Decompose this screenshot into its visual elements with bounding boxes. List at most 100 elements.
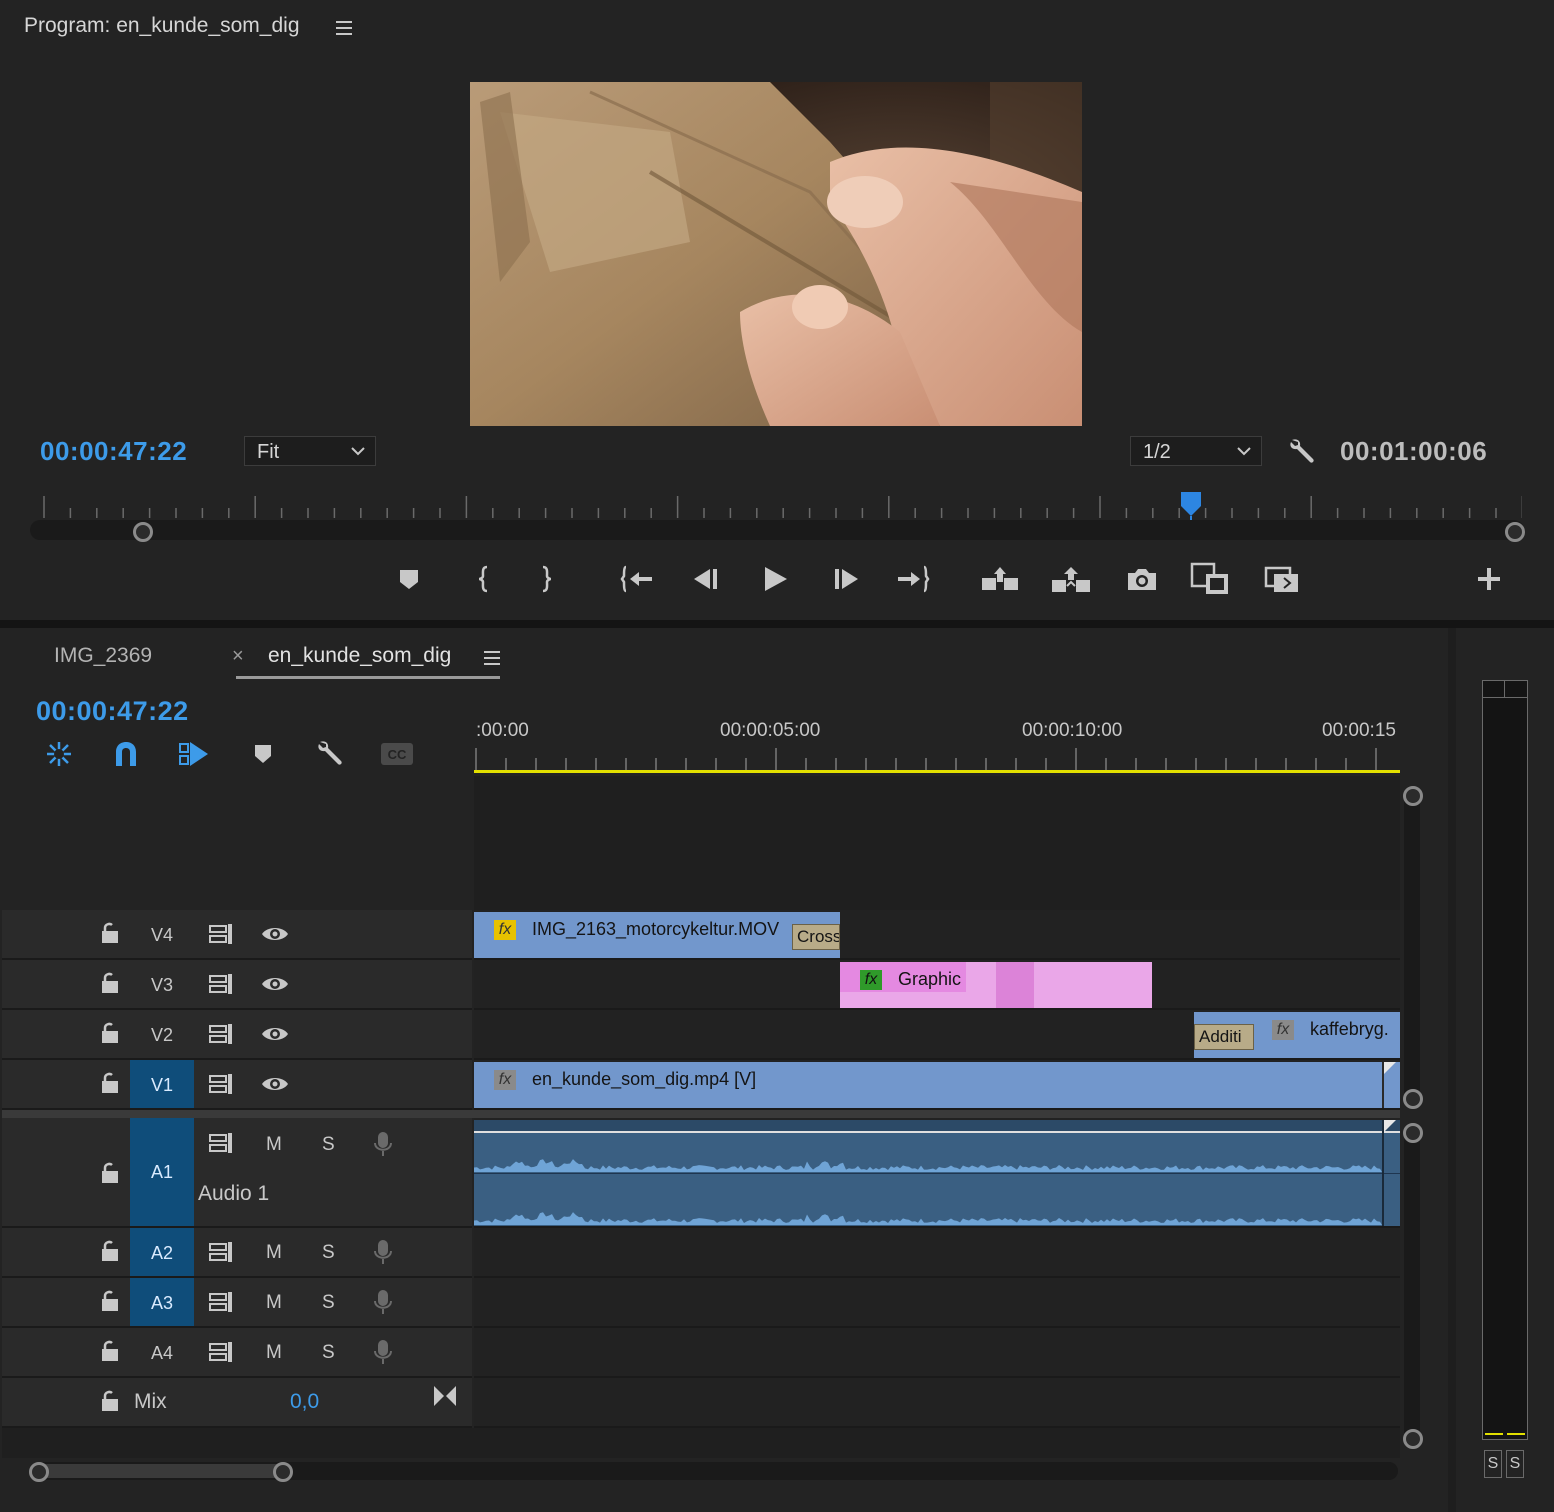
scroll-handle-top[interactable] — [1403, 786, 1423, 806]
play-icon[interactable] — [760, 564, 790, 594]
program-video-frame[interactable] — [470, 82, 1082, 426]
go-to-out-icon[interactable] — [896, 564, 930, 594]
meter-solo-left-button[interactable]: S — [1484, 1450, 1502, 1478]
lock-icon[interactable] — [100, 1340, 120, 1362]
lock-icon[interactable] — [100, 972, 120, 994]
zoom-level-select[interactable]: Fit — [244, 436, 376, 466]
step-back-icon[interactable] — [690, 564, 720, 594]
add-marker-icon[interactable] — [252, 742, 274, 766]
track-name-v4[interactable]: V4 — [130, 910, 194, 958]
sync-lock-icon[interactable] — [208, 1073, 234, 1095]
video-audio-divider[interactable] — [2, 1110, 1400, 1118]
clip-img-2163-motorcykeltur[interactable]: fx IMG_2163_motorcykeltur.MOV — [474, 912, 840, 958]
nest-sequence-icon[interactable] — [44, 740, 74, 768]
zoom-handle-right[interactable] — [273, 1462, 293, 1482]
scroll-handle-top[interactable] — [1403, 1123, 1423, 1143]
timeline-scroll-thumb[interactable] — [34, 1464, 286, 1478]
mark-out-icon[interactable] — [534, 564, 560, 594]
tab-en-kunde-som-dig[interactable]: en_kunde_som_dig — [268, 644, 451, 668]
panel-menu-icon[interactable] — [334, 18, 354, 38]
track-header-v1[interactable]: V1 — [2, 1060, 472, 1110]
audio-tracks-scrollbar[interactable] — [1404, 1124, 1420, 1446]
track-header-a2[interactable]: A2 M S — [2, 1228, 472, 1278]
transition-cross-dissolve[interactable]: Cross — [792, 924, 840, 950]
track-lane-a3[interactable] — [474, 1278, 1400, 1328]
mute-button[interactable]: M — [266, 1134, 282, 1156]
lock-icon[interactable] — [100, 1240, 120, 1262]
add-button-icon[interactable] — [1474, 564, 1504, 594]
track-name-v3[interactable]: V3 — [130, 960, 194, 1008]
lock-icon[interactable] — [100, 1162, 120, 1184]
scroll-handle-bottom[interactable] — [1403, 1089, 1423, 1109]
lock-icon[interactable] — [100, 1072, 120, 1094]
linked-selection-icon[interactable] — [178, 740, 210, 768]
work-area-bar[interactable] — [474, 770, 1400, 773]
snap-magnet-icon[interactable] — [112, 740, 140, 768]
microphone-icon[interactable] — [372, 1288, 394, 1316]
mute-button[interactable]: M — [266, 1342, 282, 1364]
wrench-settings-icon[interactable] — [1286, 436, 1318, 468]
program-playhead-icon[interactable] — [1180, 490, 1202, 520]
program-zoom-scrollbar[interactable] — [30, 520, 1524, 540]
program-current-timecode[interactable]: 00:00:47:22 — [40, 436, 187, 467]
tab-close-icon[interactable]: × — [232, 645, 244, 668]
track-label-audio-1[interactable]: Audio 1 — [198, 1182, 269, 1206]
transition-additive-dissolve[interactable]: Additi — [1194, 1024, 1254, 1050]
sync-lock-icon[interactable] — [208, 923, 234, 945]
track-name-a3[interactable]: A3 — [130, 1278, 194, 1326]
lock-icon[interactable] — [100, 1022, 120, 1044]
track-header-a4[interactable]: A4 M S — [2, 1328, 472, 1378]
program-time-ruler[interactable] — [30, 490, 1522, 522]
lock-icon[interactable] — [100, 1290, 120, 1312]
marker-icon[interactable] — [396, 566, 422, 592]
track-header-v4[interactable]: V4 — [2, 910, 472, 960]
panel-divider[interactable] — [0, 620, 1554, 628]
solo-button[interactable]: S — [322, 1342, 335, 1364]
zoom-handle-right[interactable] — [1505, 522, 1525, 542]
track-lane-a2[interactable] — [474, 1228, 1400, 1278]
track-header-a3[interactable]: A3 M S — [2, 1278, 472, 1328]
video-tracks-scrollbar[interactable] — [1404, 786, 1420, 1106]
track-name-a4[interactable]: A4 — [130, 1328, 194, 1376]
eye-icon[interactable] — [260, 974, 290, 994]
solo-button[interactable]: S — [322, 1242, 335, 1264]
track-lane-mix[interactable] — [474, 1378, 1400, 1428]
sync-lock-icon[interactable] — [208, 1291, 234, 1313]
microphone-icon[interactable] — [372, 1338, 394, 1366]
clip-graphic[interactable]: fx Graphic — [840, 962, 1152, 1008]
microphone-icon[interactable] — [372, 1238, 394, 1266]
captions-cc-icon[interactable]: CC — [380, 742, 414, 766]
mute-button[interactable]: M — [266, 1292, 282, 1314]
mix-volume-value[interactable]: 0,0 — [290, 1390, 319, 1414]
track-name-a2[interactable]: A2 — [130, 1228, 194, 1276]
eye-icon[interactable] — [260, 1024, 290, 1044]
sync-lock-icon[interactable] — [208, 1132, 234, 1154]
playback-resolution-select[interactable]: 1/2 — [1130, 436, 1262, 466]
bowtie-collapse-icon[interactable] — [432, 1384, 458, 1408]
clip-end-edge[interactable] — [1382, 1120, 1384, 1226]
mute-button[interactable]: M — [266, 1242, 282, 1264]
timeline-ruler[interactable]: :00:00 00:00:05:00 00:00:10:00 00:00:15 — [474, 718, 1400, 774]
scroll-handle-bottom[interactable] — [1403, 1429, 1423, 1449]
mark-in-icon[interactable] — [470, 564, 496, 594]
track-header-v2[interactable]: V2 — [2, 1010, 472, 1060]
zoom-handle-left[interactable] — [133, 522, 153, 542]
track-header-mix[interactable]: Mix 0,0 — [2, 1378, 472, 1428]
eye-icon[interactable] — [260, 1074, 290, 1094]
track-header-a1[interactable]: A1 M S Audio 1 — [2, 1118, 472, 1228]
timeline-current-timecode[interactable]: 00:00:47:22 — [36, 696, 189, 727]
timeline-settings-wrench-icon[interactable] — [314, 738, 346, 770]
zoom-handle-left[interactable] — [29, 1462, 49, 1482]
sync-lock-icon[interactable] — [208, 1241, 234, 1263]
lock-icon[interactable] — [100, 1390, 120, 1412]
sync-lock-icon[interactable] — [208, 1023, 234, 1045]
solo-button[interactable]: S — [322, 1292, 335, 1314]
meter-solo-right-button[interactable]: S — [1506, 1450, 1524, 1478]
microphone-icon[interactable] — [372, 1130, 394, 1158]
export-frame-icon[interactable] — [1124, 564, 1160, 594]
audio-volume-rubberband[interactable] — [474, 1131, 1400, 1133]
eye-icon[interactable] — [260, 924, 290, 944]
track-name-v2[interactable]: V2 — [130, 1010, 194, 1058]
go-to-in-icon[interactable] — [620, 564, 654, 594]
extract-icon[interactable] — [1050, 564, 1092, 594]
